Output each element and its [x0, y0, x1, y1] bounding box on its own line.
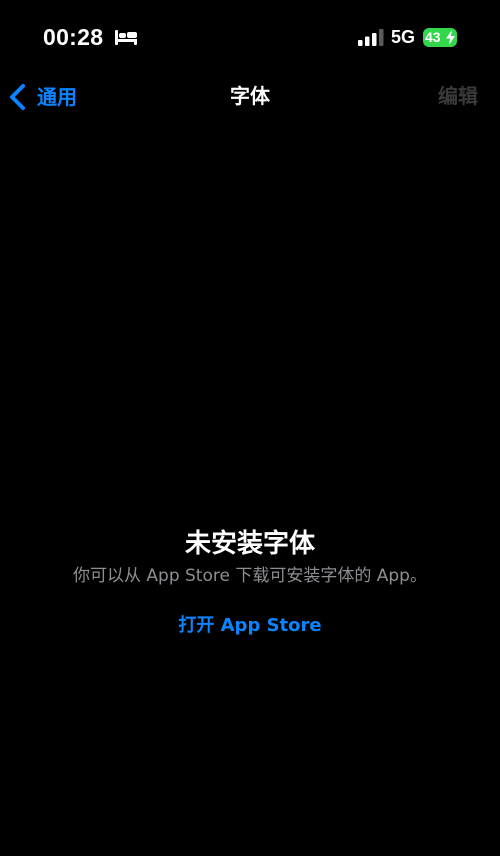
battery-indicator: 43 [423, 28, 457, 47]
navigation-bar: 通用 字体 编辑 [0, 72, 500, 122]
status-bar: 00:28 5G 43 [0, 0, 500, 72]
charging-bolt-icon [446, 30, 455, 45]
open-app-store-button[interactable]: 打开 App Store [178, 613, 321, 639]
empty-state: 未安装字体 你可以从 App Store 下载可安装字体的 App。 打开 Ap… [0, 526, 500, 639]
battery-level: 43 [425, 29, 441, 45]
page-title: 字体 [230, 84, 270, 108]
edit-button[interactable]: 编辑 [438, 82, 478, 110]
status-time: 00:28 [43, 24, 104, 50]
empty-state-title: 未安装字体 [184, 529, 315, 559]
network-type: 5G [391, 27, 416, 47]
cellular-signal-icon [358, 29, 384, 46]
bed-icon [115, 30, 137, 45]
empty-state-subtitle: 你可以从 App Store 下载可安装字体的 App。 [73, 566, 427, 586]
